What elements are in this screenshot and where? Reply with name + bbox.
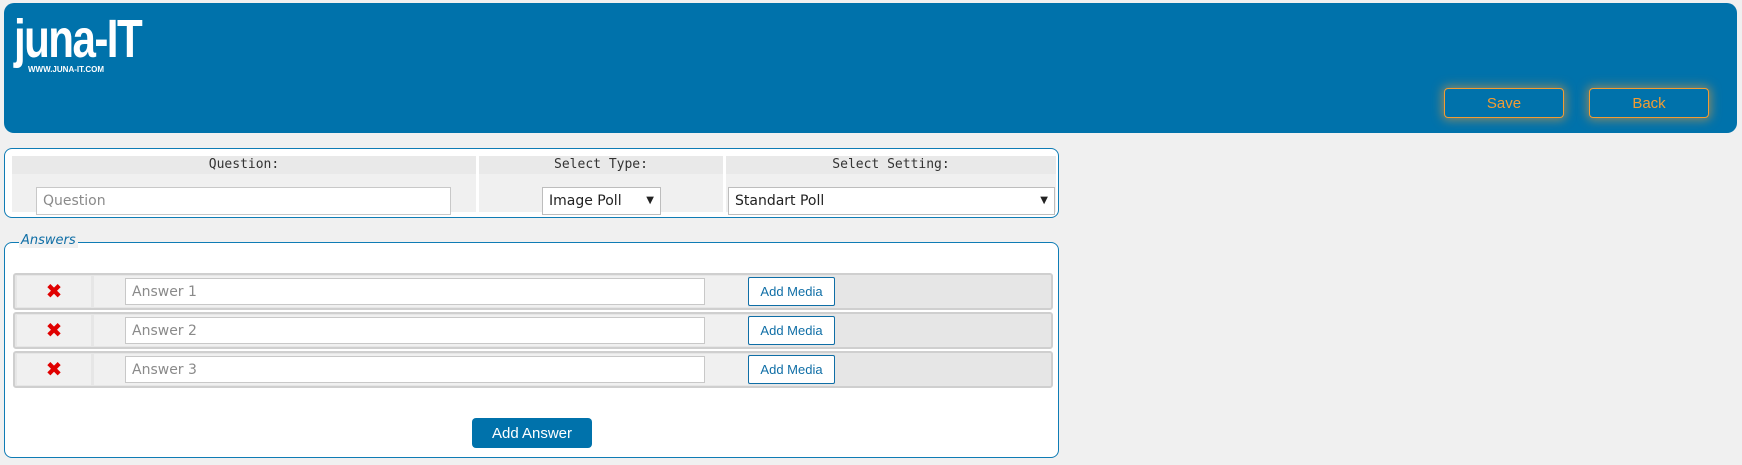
close-x-icon[interactable]: ✖: [46, 318, 63, 342]
type-column: Select Type: Image Poll ▼: [479, 156, 723, 215]
add-media-button[interactable]: Add Media: [748, 355, 835, 384]
caret-down-icon: ▼: [646, 195, 654, 206]
add-answer-button[interactable]: Add Answer: [472, 418, 592, 448]
answer-input-cell: [94, 354, 748, 385]
type-select-value: Image Poll: [549, 193, 622, 209]
question-column: Question:: [12, 156, 476, 215]
caret-down-icon: ▼: [1040, 195, 1048, 206]
answer-delete-cell: ✖: [17, 315, 91, 346]
setting-select[interactable]: Standart Poll ▼: [728, 187, 1055, 215]
save-button[interactable]: Save: [1444, 88, 1564, 118]
answer-input-cell: [94, 315, 748, 346]
answer-row: ✖ Add Media: [13, 312, 1053, 349]
answer-delete-cell: ✖: [17, 354, 91, 385]
setting-column: Select Setting: Standart Poll ▼: [726, 156, 1056, 215]
answer-delete-cell: ✖: [17, 276, 91, 307]
back-button[interactable]: Back: [1589, 88, 1709, 118]
answer-row: ✖ Add Media: [13, 273, 1053, 310]
close-x-icon[interactable]: ✖: [46, 357, 63, 381]
answer-input[interactable]: [125, 317, 705, 344]
type-select[interactable]: Image Poll ▼: [542, 187, 661, 215]
answers-legend: Answers: [19, 233, 78, 248]
answer-input[interactable]: [125, 356, 705, 383]
logo-url: WWW.JUNA-IT.COM: [28, 65, 104, 74]
question-input[interactable]: [36, 187, 451, 215]
logo-text: juna-IT: [14, 9, 143, 69]
answer-input-cell: [94, 276, 748, 307]
question-form: Question: Select Type: Image Poll ▼ Sele…: [4, 148, 1059, 218]
type-header: Select Type:: [479, 156, 723, 174]
answer-input[interactable]: [125, 278, 705, 305]
header-bar: juna-IT WWW.JUNA-IT.COM Save Back: [4, 3, 1737, 133]
add-media-button[interactable]: Add Media: [748, 277, 835, 306]
setting-select-value: Standart Poll: [735, 193, 825, 209]
question-header: Question:: [12, 156, 476, 174]
logo: juna-IT WWW.JUNA-IT.COM: [14, 9, 177, 74]
answer-row: ✖ Add Media: [13, 351, 1053, 388]
answers-fieldset: Answers ✖ Add Media ✖ Add Media ✖ Add Me…: [4, 233, 1059, 458]
add-media-button[interactable]: Add Media: [748, 316, 835, 345]
close-x-icon[interactable]: ✖: [46, 279, 63, 303]
setting-header: Select Setting:: [726, 156, 1056, 174]
